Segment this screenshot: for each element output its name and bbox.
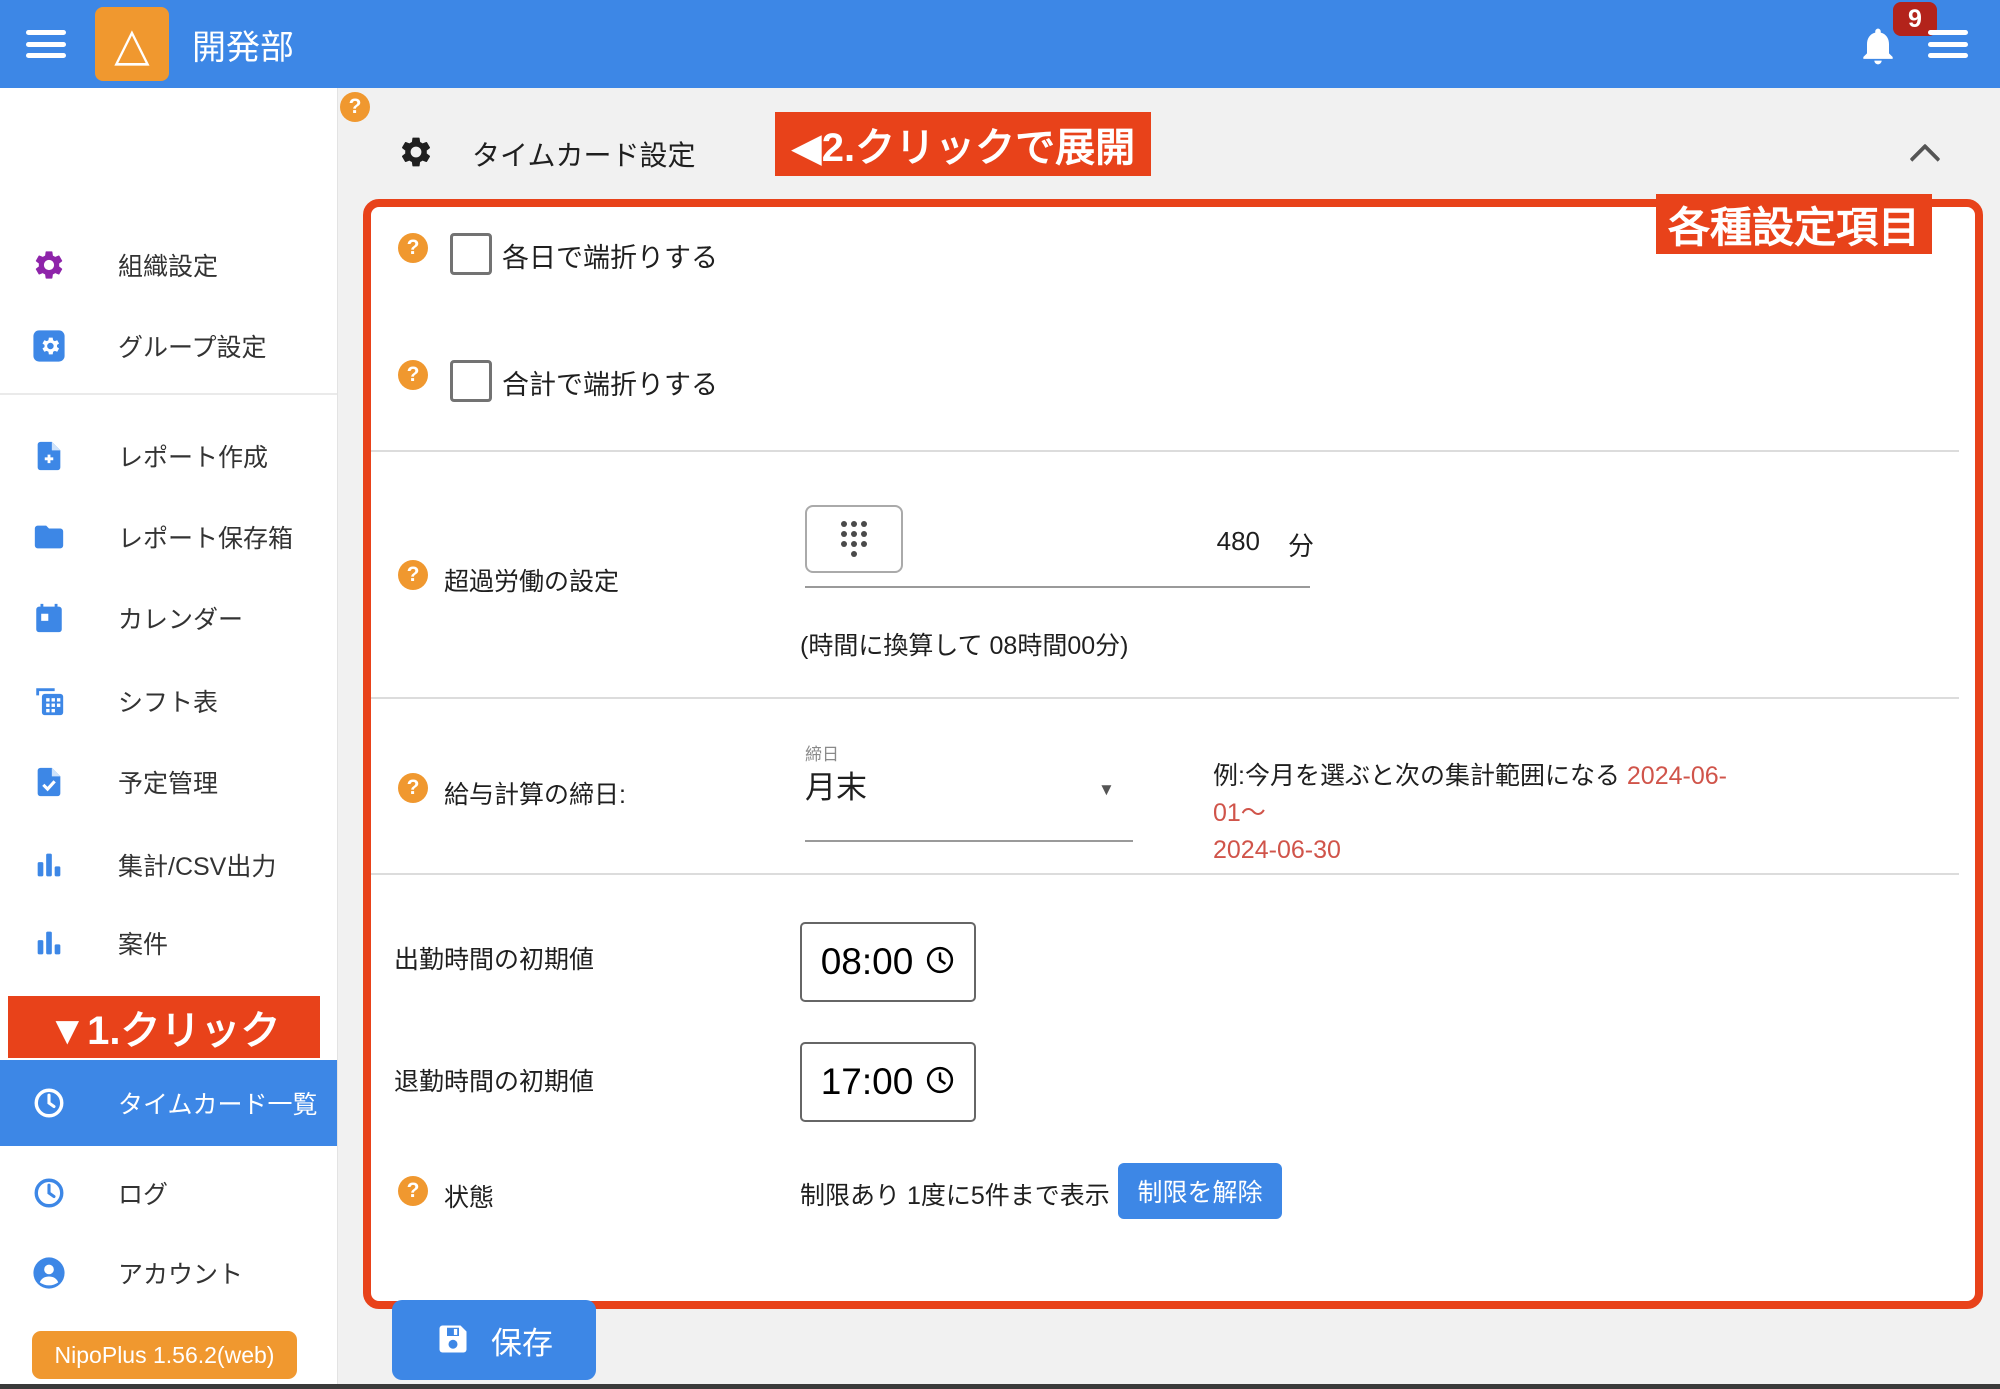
sidebar-item-label: グループ設定 [118, 328, 267, 364]
sidebar-item-label: 予定管理 [118, 764, 218, 800]
clock-icon[interactable] [925, 1065, 955, 1100]
payday-example: 例:今月を選ぶと次の集計範囲になる 2024-06-01〜2024-06-30 [1213, 758, 1773, 869]
sidebar-item-schedule[interactable]: 予定管理 [0, 752, 337, 812]
clock-out-value: 17:00 [821, 1061, 914, 1103]
sidebar-item-report-box[interactable]: レポート保存箱 [0, 507, 337, 567]
window-bottom-border [0, 1384, 2000, 1389]
caret-down-icon[interactable] [1098, 780, 1115, 800]
task-check-icon [32, 765, 66, 799]
payday-select[interactable]: 月末 [805, 762, 867, 807]
input-underline [805, 586, 1310, 588]
sidebar-item-label: レポート保存箱 [118, 519, 293, 555]
app-logo-button[interactable]: △ [95, 7, 169, 81]
note-add-icon [32, 439, 66, 473]
help-icon[interactable]: ? [398, 233, 428, 263]
folder-icon [32, 520, 66, 554]
sidebar-item-label: 組織設定 [118, 247, 218, 283]
dialpad-icon [839, 519, 869, 559]
department-title: 開発部 [192, 0, 294, 88]
sidebar-item-label: 集計/CSV出力 [118, 847, 276, 883]
sidebar-item-calendar[interactable]: カレンダー [0, 588, 337, 648]
payday-example-end-date: 2024-06-30 [1213, 836, 1341, 864]
sidebar-item-label: アカウント [118, 1255, 243, 1291]
annotation-settings-box: 各種設定項目 [1656, 194, 1932, 254]
help-icon[interactable]: ? [398, 773, 428, 803]
sidebar-item-label: タイムカード一覧 [118, 1085, 318, 1121]
payday-example-prefix: 例:今月を選ぶと次の集計範囲になる [1213, 762, 1627, 790]
settings-gear-icon [398, 134, 434, 170]
keypad-button[interactable] [805, 505, 903, 573]
app-version-badge[interactable]: NipoPlus 1.56.2(web) [32, 1331, 297, 1379]
sidebar-item-label: シフト表 [118, 683, 218, 719]
status-text: 制限あり 1度に5件まで表示 [800, 1176, 1110, 1212]
help-icon[interactable]: ? [340, 92, 370, 122]
top-app-bar: △ 開発部 9 [0, 0, 2000, 88]
sidebar-item-label: ログ [118, 1175, 168, 1211]
help-icon[interactable]: ? [398, 1176, 428, 1206]
sidebar-item-log[interactable]: ログ [0, 1163, 337, 1223]
save-floppy-icon [435, 1321, 471, 1360]
save-button[interactable]: 保存 [392, 1300, 596, 1380]
shift-table-icon [32, 684, 66, 718]
clock-in-time-input[interactable]: 08:00 [800, 922, 976, 1002]
section-divider [371, 697, 1959, 699]
app-root: △ 開発部 9 組織設定 グループ設定 レポート作成 [0, 0, 2000, 1389]
sidebar-item-csv-export[interactable]: 集計/CSV出力 [0, 835, 337, 895]
round-daily-label: 各日で端折りする [502, 236, 718, 275]
bar-chart-icon [32, 926, 66, 960]
sidebar-item-account[interactable]: アカウント [0, 1243, 337, 1303]
help-icon[interactable]: ? [398, 560, 428, 590]
menu-hamburger-icon[interactable] [26, 30, 66, 58]
status-label: 状態 [444, 1178, 494, 1214]
select-underline [805, 840, 1133, 842]
sidebar-item-timecard-list[interactable]: タイムカード一覧 [0, 1060, 337, 1146]
triangle-logo-icon: △ [114, 21, 149, 67]
save-button-label: 保存 [491, 1318, 553, 1363]
overtime-minutes-input[interactable]: 480 [1190, 526, 1260, 557]
sidebar-item-group-settings[interactable]: グループ設定 [0, 316, 337, 376]
collapse-chevron-icon[interactable] [1908, 146, 1942, 166]
round-total-checkbox[interactable] [450, 360, 492, 402]
annotation-step1: ▼1.クリック [8, 996, 320, 1058]
overtime-caption: (時間に換算して 08時間00分) [800, 626, 1128, 662]
sidebar-item-create-report[interactable]: レポート作成 [0, 426, 337, 486]
payday-label: 給与計算の締日: [444, 775, 626, 811]
overflow-hamburger-icon[interactable] [1928, 30, 1968, 58]
sidebar: 組織設定 グループ設定 レポート作成 レポート保存箱 カレンダー [0, 88, 338, 1389]
clock-in-label: 出勤時間の初期値 [394, 940, 594, 976]
round-daily-checkbox[interactable] [450, 233, 492, 275]
calendar-icon [32, 601, 66, 635]
section-divider [371, 873, 1959, 875]
sidebar-item-projects[interactable]: 案件 [0, 913, 337, 973]
gear-icon [32, 248, 66, 282]
sidebar-item-label: レポート作成 [118, 438, 268, 474]
overtime-label: 超過労働の設定 [444, 562, 619, 598]
clock-in-value: 08:00 [821, 941, 914, 983]
sidebar-divider [0, 393, 337, 395]
gear-square-icon [32, 329, 66, 363]
overtime-unit: 分 [1288, 526, 1314, 563]
clock-out-label: 退勤時間の初期値 [394, 1062, 594, 1098]
help-icon[interactable]: ? [398, 360, 428, 390]
sidebar-item-shift-table[interactable]: シフト表 [0, 671, 337, 731]
clock-icon [32, 1176, 66, 1210]
clock-out-time-input[interactable]: 17:00 [800, 1042, 976, 1122]
annotation-step2: ◀2.クリックで展開 [775, 112, 1151, 176]
person-icon [32, 1256, 66, 1290]
panel-title[interactable]: タイムカード設定 [472, 134, 695, 174]
bar-chart-icon [32, 848, 66, 882]
sidebar-item-label: カレンダー [118, 600, 243, 636]
round-total-label: 合計で端折りする [502, 363, 718, 402]
section-divider [371, 450, 1959, 452]
clock-icon[interactable] [925, 945, 955, 980]
sidebar-item-org-settings[interactable]: 組織設定 [0, 235, 337, 295]
remove-limit-button[interactable]: 制限を解除 [1118, 1163, 1282, 1219]
clock-icon [32, 1086, 66, 1120]
sidebar-item-label: 案件 [118, 925, 168, 961]
